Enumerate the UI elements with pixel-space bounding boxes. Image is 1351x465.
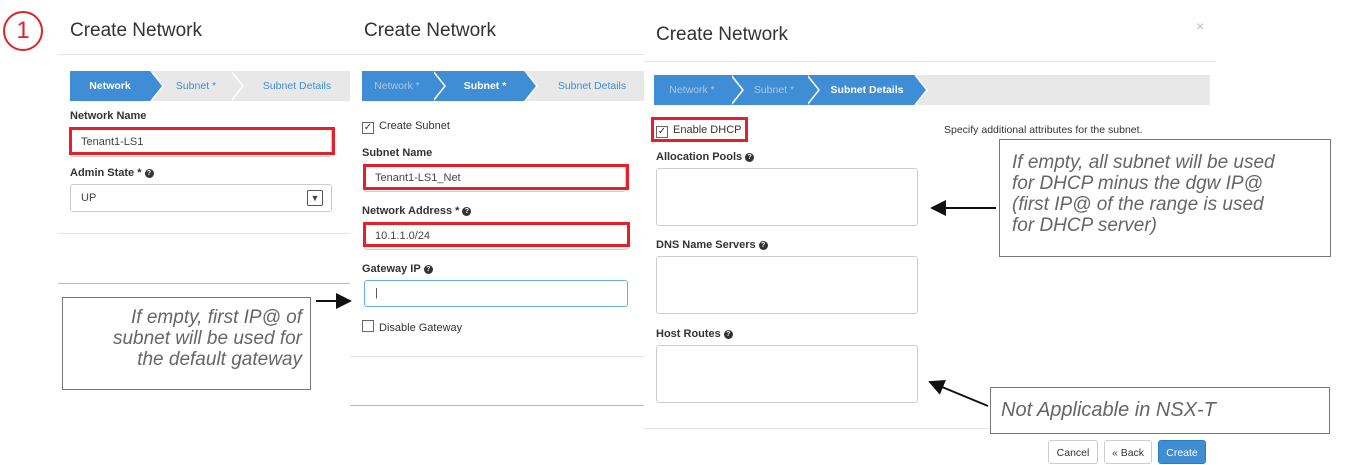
wizard-steps: Network * Subnet * Subnet Details — [654, 75, 1210, 105]
dns-name-servers-label: DNS Name Servers? — [656, 239, 768, 251]
wizard-step-label: Network * — [374, 80, 420, 92]
wizard-step-label: Subnet * — [463, 80, 507, 92]
divider — [58, 283, 350, 284]
dns-name-servers-textarea[interactable] — [656, 256, 918, 314]
divider — [350, 54, 644, 55]
note-line: for DHCP server) — [1012, 215, 1157, 236]
note-line: (first IP@ of the range is used — [1012, 194, 1264, 215]
host-routes-textarea[interactable] — [656, 345, 918, 403]
network-address-label: Network Address *? — [362, 205, 472, 217]
wizard-step-subnet-details[interactable]: Subnet Details — [524, 71, 644, 101]
help-icon: ? — [144, 168, 154, 178]
help-icon: ? — [745, 152, 755, 162]
create-network-dialog-step1: Create Network Network Subnet * Subnet D… — [58, 0, 350, 290]
divider — [58, 54, 350, 55]
allocation-pools-label: Allocation Pools? — [656, 151, 755, 163]
step-number-1: 1 — [3, 11, 43, 51]
checkbox-unchecked-icon — [362, 320, 374, 332]
note-line: the default gateway — [137, 349, 302, 370]
help-icon: ? — [723, 329, 733, 339]
close-icon[interactable]: × — [1196, 18, 1204, 34]
highlight-box — [363, 164, 629, 190]
note-line: subnet will be used for — [112, 328, 302, 349]
allocation-pools-textarea[interactable] — [656, 168, 918, 226]
help-icon: ? — [423, 264, 433, 274]
highlight-box — [363, 222, 630, 247]
host-routes-note: Not Applicable in NSX-T — [990, 387, 1330, 434]
subnet-details-help-text: Specify additional attributes for the su… — [944, 124, 1143, 136]
help-icon: ? — [758, 240, 768, 250]
wizard-step-label: Subnet Details — [557, 80, 627, 92]
back-button[interactable]: « Back — [1104, 440, 1152, 464]
network-name-label: Network Name — [70, 110, 147, 122]
wizard-step-network[interactable]: Network * — [654, 75, 744, 105]
subnet-name-label: Subnet Name — [362, 147, 433, 159]
help-icon: ? — [462, 206, 472, 216]
wizard-step-label: Subnet * — [753, 84, 795, 96]
divider — [350, 405, 644, 406]
create-network-dialog-step2: Create Network Network * Subnet * Subnet… — [350, 0, 644, 410]
admin-state-select[interactable]: UP ▼ — [70, 184, 332, 212]
cancel-button[interactable]: Cancel — [1048, 440, 1098, 464]
checkbox-checked-icon: ✓ — [362, 122, 374, 134]
gateway-note: If empty, first IP@ of subnet will be us… — [62, 297, 311, 390]
note-line: If empty, all subnet will be used — [1012, 152, 1275, 173]
wizard-step-network[interactable]: Network * — [362, 71, 446, 101]
disable-gateway-checkbox[interactable]: Disable Gateway — [362, 320, 462, 334]
gateway-ip-input[interactable]: | — [364, 280, 628, 307]
wizard-step-label: Subnet Details — [830, 84, 904, 96]
wizard-steps: Network Subnet * Subnet Details — [70, 71, 350, 101]
create-button[interactable]: Create — [1158, 440, 1206, 464]
highlight-box — [69, 127, 335, 155]
wizard-step-subnet-details[interactable]: Subnet Details — [230, 71, 350, 101]
wizard-step-label: Network * — [669, 84, 715, 96]
divider — [644, 61, 1216, 62]
highlight-box — [651, 117, 748, 142]
divider — [58, 233, 350, 234]
host-routes-label: Host Routes? — [656, 328, 733, 340]
dialog-title: Create Network — [656, 24, 788, 45]
note-line: If empty, first IP@ of — [131, 307, 302, 328]
admin-state-label: Admin State *? — [70, 167, 154, 179]
note-line: for DHCP minus the dgw IP@ — [1012, 173, 1263, 194]
create-subnet-checkbox[interactable]: ✓ Create Subnet — [362, 120, 450, 134]
wizard-steps: Network * Subnet * Subnet Details — [362, 71, 644, 101]
wizard-step-subnet-details[interactable]: Subnet Details — [806, 75, 928, 105]
dialog-title: Create Network — [364, 20, 496, 41]
gateway-ip-label: Gateway IP? — [362, 263, 433, 275]
chevron-down-icon: ▼ — [307, 190, 323, 206]
wizard-step-network[interactable]: Network — [70, 71, 164, 101]
wizard-step-label: Subnet Details — [262, 80, 332, 92]
divider — [350, 356, 644, 357]
dhcp-note: If empty, all subnet will be used for DH… — [999, 139, 1331, 257]
dialog-title: Create Network — [70, 20, 202, 41]
wizard-step-label: Subnet * — [175, 80, 217, 92]
admin-state-value: UP — [81, 192, 97, 204]
wizard-step-label: Network — [89, 80, 131, 92]
